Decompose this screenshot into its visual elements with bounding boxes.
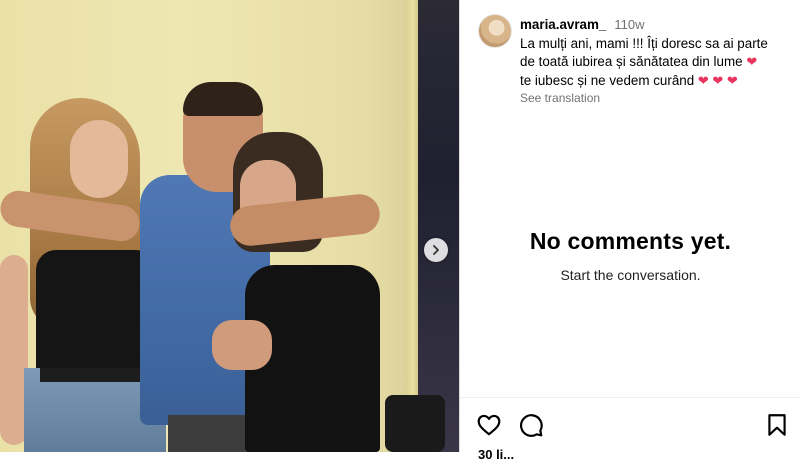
- post-photo: [0, 0, 459, 452]
- photo-man-hair: [183, 82, 263, 116]
- username-link[interactable]: maria.avram_: [520, 17, 606, 32]
- caption-line-3-text: te iubesc și ne vedem curând: [520, 72, 695, 88]
- heart-outline-icon: [477, 414, 501, 436]
- caption-line-1: La mulți ani, mami !!! Îți doresc sa ai …: [520, 35, 768, 51]
- chevron-right-icon: [433, 245, 439, 255]
- empty-comments-title: No comments yet.: [529, 228, 732, 254]
- heart-emoji: ❤: [746, 54, 758, 69]
- carousel-next-button[interactable]: [424, 238, 448, 262]
- photo-woman-left-face: [70, 120, 128, 198]
- empty-comments: No comments yet. Start the conversation.: [460, 228, 800, 283]
- save-button[interactable]: [764, 412, 790, 438]
- comment-icon: [520, 414, 543, 437]
- caption-line-2-text: de toată iubirea și sănătatea din lume: [520, 54, 743, 69]
- post-time[interactable]: 110w: [614, 17, 644, 32]
- caption-line-2: de toată iubirea și sănătatea din lume ❤: [520, 53, 790, 72]
- caption-body: maria.avram_ 110w La mulți ani, mami !!! …: [520, 16, 790, 106]
- caption-line-3: te iubesc și ne vedem curând ❤ ❤ ❤: [520, 72, 790, 91]
- see-translation-link[interactable]: See translation: [520, 90, 790, 106]
- post-actions-bar: [460, 397, 800, 453]
- photo-handbag: [385, 395, 445, 452]
- photo-hands: [212, 320, 272, 370]
- avatar[interactable]: [478, 14, 512, 48]
- empty-comments-subtitle: Start the conversation.: [560, 267, 701, 283]
- heart-emoji-group: ❤ ❤ ❤: [697, 72, 738, 88]
- bookmark-icon: [768, 414, 786, 436]
- comment-button[interactable]: [518, 412, 544, 438]
- likes-count[interactable]: 30 li...: [478, 447, 514, 462]
- photo-belt: [40, 368, 154, 382]
- post-side-panel: maria.avram_ 110w La mulți ani, mami !!! …: [459, 0, 800, 462]
- like-button[interactable]: [476, 412, 502, 438]
- photo-dark-doorway: [418, 0, 459, 452]
